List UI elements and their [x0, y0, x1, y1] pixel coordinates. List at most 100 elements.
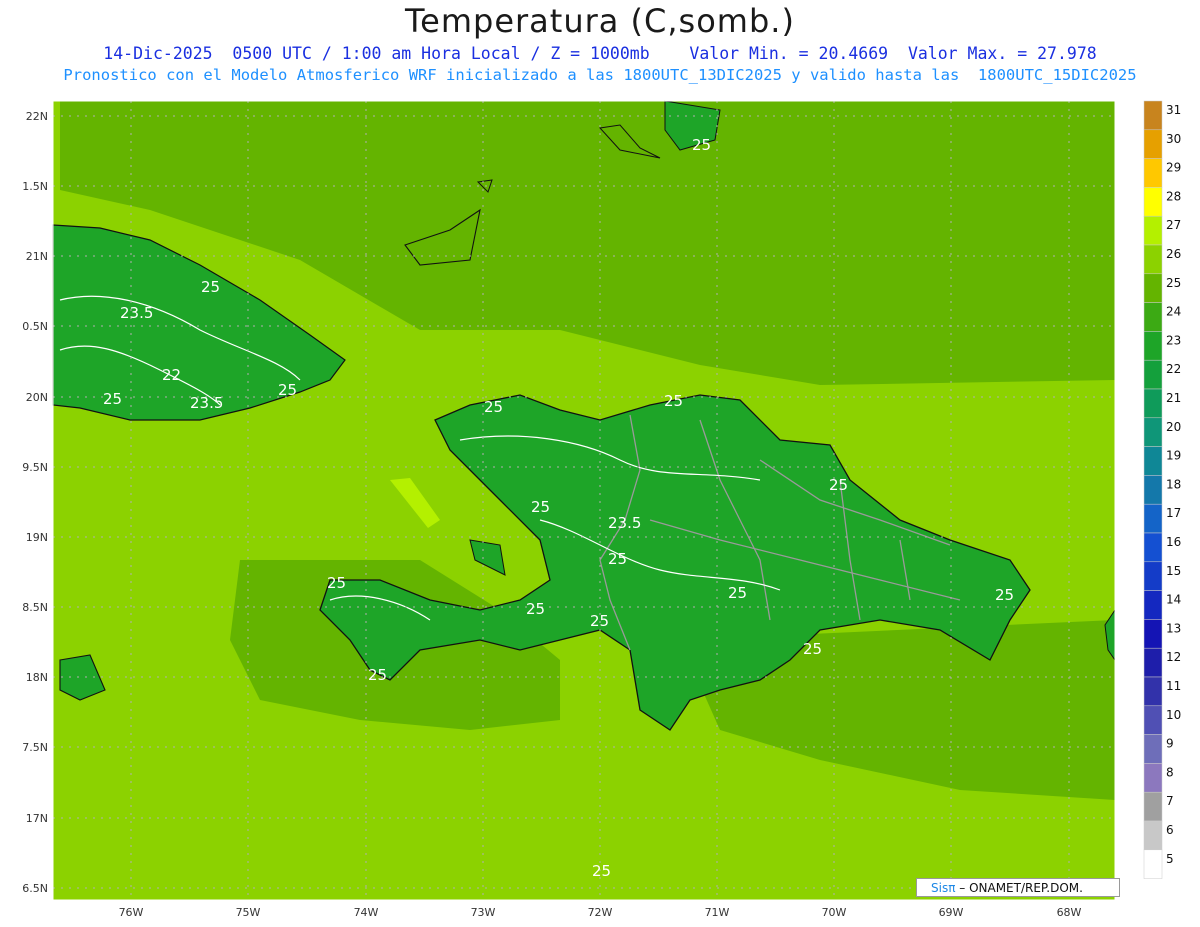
colorbar-swatch	[1143, 359, 1163, 390]
lon-tick-label: 73W	[471, 906, 496, 919]
colorbar-label: 14	[1166, 593, 1181, 607]
lat-tick-label: 22N	[26, 110, 48, 123]
colorbar-swatch	[1143, 244, 1163, 275]
colorbar-swatch	[1143, 100, 1163, 131]
colorbar-label: 15	[1166, 564, 1181, 578]
colorbar-swatch	[1143, 273, 1163, 303]
contour-label: 25	[368, 666, 387, 684]
colorbar-label: 7	[1166, 794, 1174, 808]
colorbar-swatch	[1143, 705, 1163, 735]
contour-label: 25	[484, 398, 503, 416]
colorbar-label: 18	[1166, 477, 1181, 491]
lon-tick-label: 75W	[236, 906, 261, 919]
lat-tick-label: 18N	[26, 671, 48, 684]
colorbar-label: 23	[1166, 333, 1181, 347]
colorbar-label: 31	[1166, 103, 1181, 117]
contour-label: 23.5	[190, 394, 223, 412]
contour-label: 23.5	[120, 304, 153, 322]
colorbar-swatch	[1143, 158, 1163, 188]
contour-label: 25	[526, 600, 545, 618]
contour-label: 25	[201, 278, 220, 296]
lat-tick-label: 8.5N	[22, 601, 48, 614]
contour-label: 23.5	[608, 514, 641, 532]
credit-org: – ONAMET/REP.DOM.	[955, 881, 1083, 895]
colorbar-label: 19	[1166, 449, 1181, 463]
lat-tick-label: 1.5N	[22, 180, 48, 193]
lat-tick-label: 0.5N	[22, 320, 48, 333]
colorbar-label: 24	[1166, 305, 1181, 319]
contour-label: 25	[803, 640, 822, 658]
colorbar-swatch	[1143, 475, 1163, 505]
colorbar-swatch	[1143, 129, 1163, 159]
colorbar-label: 8	[1166, 765, 1174, 779]
credit-sis: Sisπ	[931, 881, 956, 895]
contour-label: 25	[692, 136, 711, 154]
colorbar-swatch	[1143, 302, 1163, 332]
colorbar-swatch	[1143, 820, 1163, 851]
colorbar-swatch	[1143, 791, 1163, 822]
lon-tick-label: 74W	[354, 906, 379, 919]
colorbar-swatch	[1143, 647, 1163, 678]
lat-tick-label: 7.5N	[22, 741, 48, 754]
colorbar-swatch	[1143, 849, 1163, 879]
colorbar: 31 30 29 28 27 26 25 24 23 22 21 20 19 18 17 16 15 14 13 12…	[1143, 100, 1181, 879]
colorbar-label: 28	[1166, 189, 1181, 203]
colorbar-swatch	[1143, 446, 1163, 476]
contour-label: 25	[829, 476, 848, 494]
colorbar-label: 21	[1166, 391, 1181, 405]
lon-tick-label: 70W	[822, 906, 847, 919]
lat-tick-label: 20N	[26, 391, 48, 404]
colorbar-swatch	[1143, 676, 1163, 707]
colorbar-swatch	[1143, 215, 1163, 246]
latitude-axis: 22N 1.5N 21N 0.5N 20N 9.5N 19N 8.5N 18N …	[22, 110, 48, 895]
colorbar-label: 16	[1166, 535, 1181, 549]
lat-tick-label: 17N	[26, 812, 48, 825]
lon-tick-label: 69W	[939, 906, 964, 919]
lat-tick-label: 19N	[26, 531, 48, 544]
colorbar-label: 9	[1166, 737, 1174, 751]
colorbar-swatch	[1143, 561, 1163, 591]
contour-label: 25	[592, 862, 611, 880]
colorbar-label: 25	[1166, 276, 1181, 290]
longitude-axis: 76W 75W 74W 73W 72W 71W 70W 69W 68W	[119, 906, 1082, 919]
colorbar-label: 27	[1166, 218, 1181, 232]
colorbar-label: 26	[1166, 247, 1181, 261]
contour-label: 25	[590, 612, 609, 630]
contour-label: 22	[162, 366, 181, 384]
lat-tick-label: 9.5N	[22, 461, 48, 474]
colorbar-swatch	[1143, 763, 1163, 793]
colorbar-label: 5	[1166, 852, 1174, 866]
colorbar-label: 20	[1166, 420, 1181, 434]
colorbar-label: 12	[1166, 650, 1181, 664]
lon-tick-label: 76W	[119, 906, 144, 919]
lat-tick-label: 21N	[26, 250, 48, 263]
lon-tick-label: 72W	[588, 906, 613, 919]
colorbar-label: 22	[1166, 362, 1181, 376]
colorbar-label: 6	[1166, 823, 1174, 837]
contour-label: 25	[103, 390, 122, 408]
contour-label: 25	[664, 392, 683, 410]
colorbar-label: 10	[1166, 708, 1181, 722]
contour-label: 25	[327, 574, 346, 592]
colorbar-swatch	[1143, 417, 1163, 447]
colorbar-label: 17	[1166, 506, 1181, 520]
map-figure: 25 23.5 25 22 25 23.5 25 25 25 25 23.5 2…	[22, 100, 1181, 919]
contour-label: 25	[608, 550, 627, 568]
colorbar-swatch	[1143, 734, 1163, 764]
lat-tick-label: 6.5N	[22, 882, 48, 895]
colorbar-swatch	[1143, 187, 1163, 217]
lon-tick-label: 71W	[705, 906, 730, 919]
contour-label: 25	[278, 381, 297, 399]
colorbar-swatch	[1143, 590, 1163, 620]
lon-tick-label: 68W	[1057, 906, 1082, 919]
colorbar-label: 30	[1166, 132, 1181, 146]
contour-label: 25	[995, 586, 1014, 604]
colorbar-swatch	[1143, 331, 1163, 361]
contour-label: 25	[531, 498, 550, 516]
colorbar-label: 11	[1166, 679, 1181, 693]
colorbar-swatch	[1143, 503, 1163, 534]
contour-label: 25	[728, 584, 747, 602]
credit-box: Sisπ – ONAMET/REP.DOM.	[916, 878, 1120, 897]
colorbar-swatch	[1143, 388, 1163, 419]
colorbar-label: 13	[1166, 621, 1181, 635]
